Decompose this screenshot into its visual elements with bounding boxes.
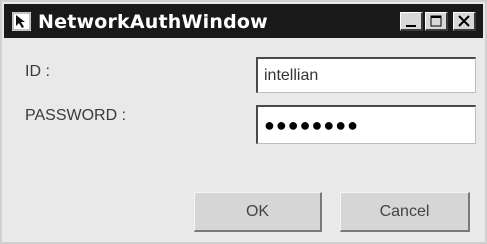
maximize-button[interactable] [425,12,448,31]
close-icon [458,15,470,27]
id-label: ID : [25,63,50,80]
maximize-icon [430,15,442,27]
id-input[interactable] [256,57,476,93]
password-label: PASSWORD : [25,107,127,124]
title-bar[interactable]: NetworkAuthWindow [4,4,483,38]
minimize-icon [406,25,416,27]
close-button[interactable] [453,12,476,31]
app-icon [12,12,31,31]
cancel-button[interactable]: Cancel [340,192,470,232]
ok-button[interactable]: OK [194,192,322,232]
network-auth-window: NetworkAuthWindow ID : PASSWORD : OK Can… [0,0,487,244]
password-input[interactable] [256,105,476,144]
window-title: NetworkAuthWindow [38,11,268,33]
minimize-button[interactable] [400,12,423,31]
